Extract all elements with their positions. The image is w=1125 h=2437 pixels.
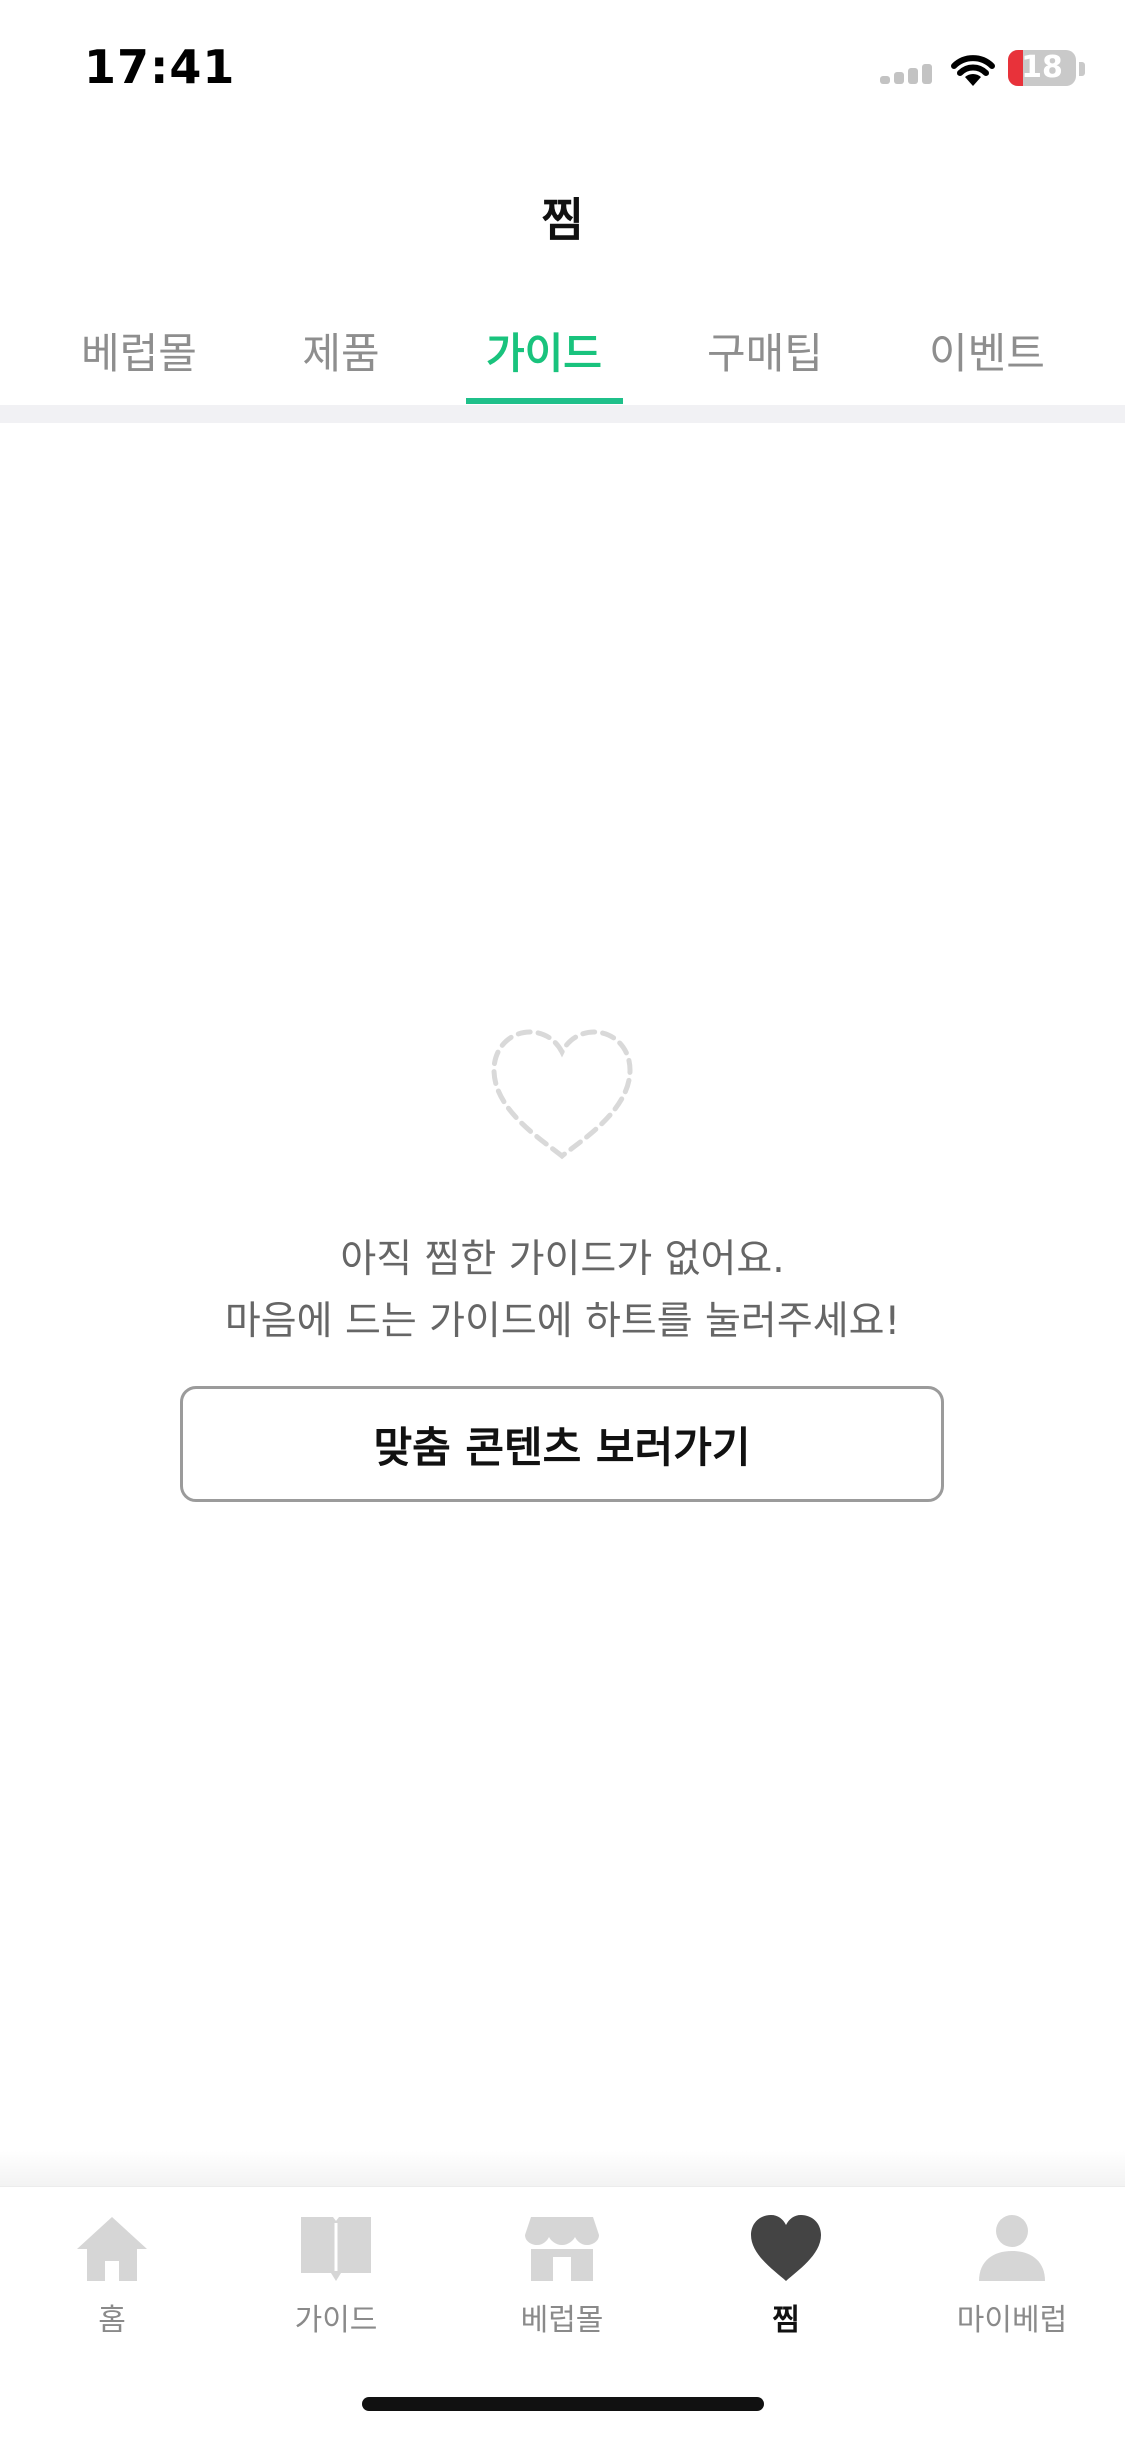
active-tab-indicator bbox=[466, 398, 623, 404]
tab-shopping-tips[interactable]: 구매팁 bbox=[665, 320, 865, 381]
tab-events[interactable]: 이벤트 bbox=[887, 320, 1087, 381]
status-time: 17:41 bbox=[84, 40, 236, 94]
nav-item-guide[interactable]: 가이드 bbox=[256, 2211, 416, 2341]
heart-icon bbox=[751, 2215, 821, 2281]
battery-level: 18 bbox=[1021, 50, 1063, 85]
nav-item-home[interactable]: 홈 bbox=[32, 2211, 192, 2341]
battery-cap bbox=[1079, 62, 1085, 76]
book-icon bbox=[301, 2217, 371, 2281]
empty-message-line2: 마음에 드는 가이드에 하트를 눌러주세요! bbox=[224, 1299, 901, 1344]
nav-item-wishlist[interactable]: 찜 bbox=[706, 2211, 866, 2341]
tab-divider bbox=[0, 405, 1125, 423]
home-icon bbox=[77, 2217, 147, 2281]
status-bar: 17:41 18 bbox=[0, 0, 1125, 140]
nav-label-guide: 가이드 bbox=[294, 2303, 378, 2338]
tab-verup-mall[interactable]: 베럽몰 bbox=[39, 320, 239, 381]
battery-icon: 18 bbox=[1008, 50, 1076, 86]
nav-label-verup-mall: 베럽몰 bbox=[520, 2303, 604, 2338]
cellular-signal-icon bbox=[880, 64, 934, 84]
store-icon bbox=[525, 2217, 599, 2281]
view-custom-content-button[interactable]: 맞춤 콘텐츠 보러가기 bbox=[180, 1386, 944, 1502]
nav-label-wishlist: 찜 bbox=[772, 2303, 800, 2338]
nav-label-my-verup: 마이베럽 bbox=[956, 2303, 1068, 2338]
empty-message-line1: 아직 찜한 가이드가 없어요. bbox=[340, 1237, 785, 1282]
tab-guide[interactable]: 가이드 bbox=[444, 320, 644, 381]
person-icon bbox=[979, 2215, 1045, 2281]
dashed-heart-icon bbox=[491, 1029, 633, 1160]
bottom-nav-shadow bbox=[0, 2150, 1125, 2188]
nav-label-home: 홈 bbox=[98, 2303, 126, 2338]
wifi-icon bbox=[951, 55, 995, 86]
tab-products[interactable]: 제품 bbox=[241, 320, 441, 381]
tab-bar: 베럽몰 제품 가이드 구매팁 이벤트 bbox=[0, 300, 1125, 406]
home-indicator[interactable] bbox=[362, 2397, 764, 2411]
nav-item-verup-mall[interactable]: 베럽몰 bbox=[482, 2211, 642, 2341]
page-title: 찜 bbox=[541, 193, 584, 247]
nav-item-my-verup[interactable]: 마이베럽 bbox=[932, 2211, 1092, 2341]
